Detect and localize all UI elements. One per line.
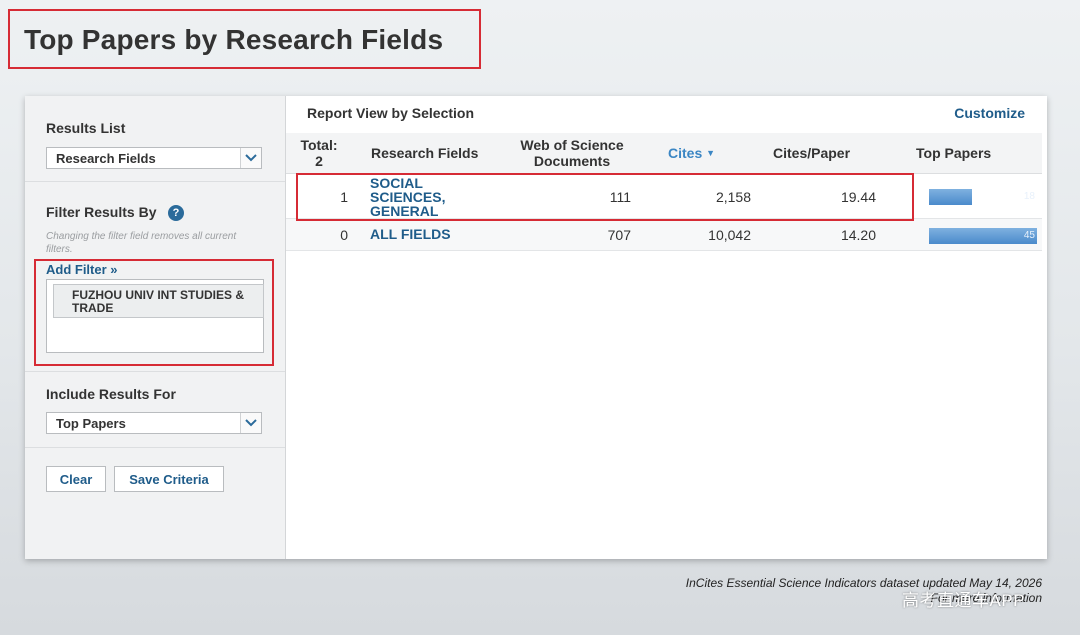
- include-label: Include Results For: [46, 386, 176, 402]
- top-papers-value: 18: [1023, 191, 1035, 202]
- chevron-down-icon[interactable]: [240, 413, 261, 433]
- row-cites-per-paper: 14.20: [840, 227, 876, 243]
- research-field-link[interactable]: ALL FIELDS: [370, 227, 451, 241]
- column-header-research-fields: Research Fields: [371, 145, 479, 161]
- sidebar: Results List Research Fields Filter Resu…: [25, 96, 286, 559]
- top-papers-bar: 18: [929, 189, 1037, 205]
- results-list-selected: Research Fields: [56, 151, 156, 166]
- total-count: Total: 2: [300, 137, 338, 169]
- filter-section: Filter Results By ? Changing the filter …: [25, 182, 285, 372]
- column-header-top-papers: Top Papers: [916, 145, 992, 161]
- report-title: Report View by Selection: [307, 105, 475, 121]
- filter-note: Changing the filter field removes all cu…: [46, 231, 237, 255]
- customize-link[interactable]: Customize: [954, 105, 1025, 121]
- page-title: Top Papers by Research Fields: [24, 24, 444, 55]
- add-filter-link[interactable]: Add Filter »: [46, 262, 118, 277]
- watermark: 高考直通车APP: [902, 591, 1026, 610]
- results-list-section: Results List Research Fields: [25, 96, 285, 182]
- row-highlight-box: [296, 173, 914, 221]
- include-selected: Top Papers: [56, 416, 126, 431]
- sort-desc-icon: ▼: [706, 148, 716, 158]
- filter-chip[interactable]: FUZHOU UNIV INT STUDIES & TRADE: [53, 284, 264, 318]
- filter-label: Filter Results By: [46, 204, 157, 220]
- include-select[interactable]: Top Papers: [46, 412, 262, 434]
- top-papers-bar-fill: [929, 189, 973, 205]
- top-papers-bar: 45: [929, 228, 1037, 244]
- row-cites: 10,042: [708, 227, 751, 243]
- save-criteria-button[interactable]: Save Criteria: [114, 466, 224, 492]
- column-header-wos-documents: Web of Science Documents: [520, 137, 624, 169]
- cites-header-label: Cites: [668, 145, 703, 161]
- table-row: 0 ALL FIELDS 707 10,042 14.20 45: [286, 219, 1042, 251]
- row-documents: 707: [607, 227, 631, 243]
- table-header: Total: 2 Research Fields Web of Science …: [286, 133, 1042, 174]
- filter-list: FUZHOU UNIV INT STUDIES & TRADE: [46, 279, 264, 353]
- clear-button[interactable]: Clear: [46, 466, 106, 492]
- chevron-down-icon[interactable]: [240, 148, 261, 168]
- column-header-cites-per-paper: Cites/Paper: [773, 145, 851, 161]
- top-papers-bar-fill: [929, 228, 1037, 244]
- results-list-label: Results List: [46, 120, 126, 136]
- actions-section: Clear Save Criteria: [25, 448, 285, 559]
- help-icon[interactable]: ?: [168, 205, 184, 221]
- main-panel: Results List Research Fields Filter Resu…: [25, 96, 1047, 559]
- results-list-select[interactable]: Research Fields: [46, 147, 262, 169]
- include-section: Include Results For Top Papers: [25, 372, 285, 448]
- column-header-cites[interactable]: Cites ▼: [668, 145, 715, 161]
- row-rank: 0: [340, 227, 348, 243]
- top-papers-value: 45: [1023, 230, 1035, 241]
